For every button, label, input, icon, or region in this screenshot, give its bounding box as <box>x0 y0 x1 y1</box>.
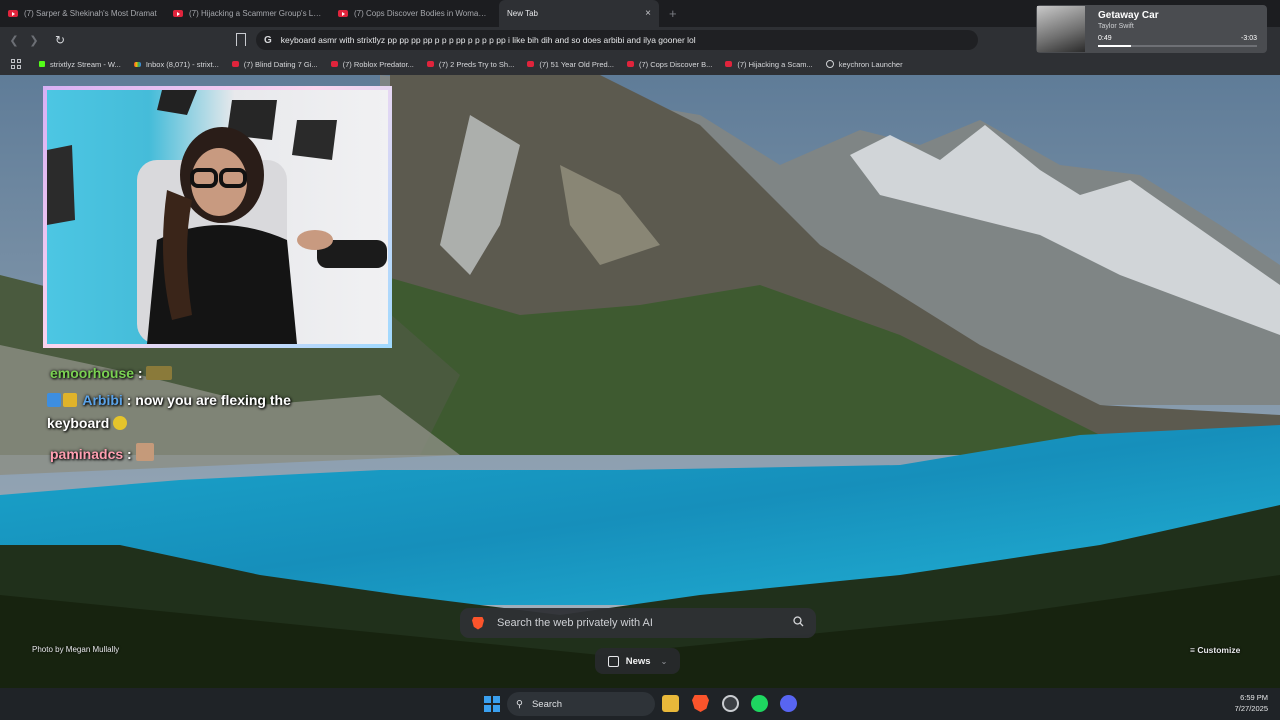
bookmark-icon[interactable] <box>236 33 246 47</box>
file-explorer-icon[interactable] <box>662 695 679 712</box>
reload-icon[interactable]: ↻ <box>50 33 70 47</box>
tab-item[interactable]: (7) Hijacking a Scammer Group's Live <box>165 0 330 27</box>
chat-separator: : <box>134 365 143 381</box>
clock-date: 7/27/2025 <box>1234 704 1268 713</box>
streamer-figure <box>47 90 387 344</box>
chevron-down-icon: ⌄ <box>660 656 668 666</box>
track-artist: Taylor Swift <box>1098 23 1134 30</box>
google-icon: G <box>264 34 272 46</box>
discord-icon[interactable] <box>780 695 797 712</box>
clock-time: 6:59 PM <box>1240 693 1268 702</box>
customize-button[interactable]: ≡ Customize <box>1190 645 1240 655</box>
apps-grid-icon[interactable] <box>11 59 21 69</box>
search-icon: ⚲ <box>516 698 523 710</box>
emoji-icon <box>113 416 128 430</box>
youtube-icon <box>626 61 634 67</box>
back-arrow-icon[interactable]: ❮ <box>4 34 24 47</box>
tab-title: (7) Sarper & Shekinah's Most Dramat <box>24 9 157 18</box>
system-clock[interactable]: 6:59 PM 7/27/2025 <box>1235 692 1268 714</box>
crown-badge-icon <box>63 393 77 407</box>
news-label: News <box>625 655 651 667</box>
emote-icon <box>146 366 173 380</box>
emote-icon <box>135 443 154 461</box>
brave-browser-icon[interactable] <box>692 695 709 712</box>
close-tab-icon[interactable]: × <box>645 8 651 19</box>
bookmark-item[interactable]: (7) 2 Preds Try to Sh... <box>426 60 514 69</box>
youtube-icon <box>338 10 348 17</box>
search-placeholder[interactable]: Search the web privately with AI <box>497 617 653 629</box>
track-title: Getaway Car <box>1098 10 1159 21</box>
now-playing-widget[interactable]: Getaway Car Taylor Swift 0:49 -3:03 <box>1036 5 1267 53</box>
tab-title: (7) Cops Discover Bodies in Woman's <box>354 9 487 18</box>
bookmark-item[interactable]: (7) Hijacking a Scam... <box>725 60 813 69</box>
spotify-icon[interactable] <box>751 695 768 712</box>
youtube-icon <box>725 61 733 67</box>
chat-username: paminadcs <box>50 446 124 462</box>
chat-message-continued: keyboard <box>47 415 129 431</box>
playback-progress-bar[interactable] <box>1098 45 1257 47</box>
bookmark-item[interactable]: (7) Roblox Predator... <box>330 60 414 69</box>
playback-progress-fill <box>1098 45 1132 47</box>
chat-message: emoorhouse : <box>50 365 174 381</box>
youtube-icon <box>330 61 338 67</box>
kick-icon <box>39 61 45 67</box>
address-bar[interactable]: G keyboard asmr with strixtlyz pp pp pp … <box>256 30 978 50</box>
youtube-icon <box>231 61 239 67</box>
bookmark-item[interactable]: (7) 51 Year Old Pred... <box>527 60 614 69</box>
chat-message: Arbibi : now you are flexing the <box>47 392 291 408</box>
bookmarks-bar: strixtlyz Stream - W... Inbox (8,071) - … <box>0 53 1280 75</box>
bookmark-item[interactable]: keychron Launcher <box>825 60 903 69</box>
news-button[interactable]: News ⌄ <box>595 648 680 674</box>
chat-username: emoorhouse <box>50 365 135 381</box>
elapsed-time: 0:49 <box>1098 35 1112 42</box>
webcam-feed <box>47 90 388 344</box>
chat-username: Arbibi <box>82 392 123 408</box>
chat-text: now you are flexing the <box>131 392 291 408</box>
keychron-icon <box>825 60 834 68</box>
chat-message: paminadcs : <box>50 443 156 462</box>
bookmark-item[interactable]: strixtlyz Stream - W... <box>39 60 121 69</box>
youtube-icon <box>173 10 183 17</box>
obs-icon[interactable] <box>722 695 739 712</box>
news-icon <box>607 655 619 667</box>
new-tab-button[interactable]: + <box>669 6 677 21</box>
taskbar-search-label: Search <box>531 698 563 710</box>
chat-text: keyboard <box>47 415 110 431</box>
bookmark-item[interactable]: (7) Blind Dating 7 Gi... <box>231 60 318 69</box>
search-icon[interactable] <box>793 616 804 627</box>
address-bar-text[interactable]: keyboard asmr with strixtlyz pp pp pp pp… <box>281 35 696 45</box>
tab-item[interactable]: (7) Sarper & Shekinah's Most Dramat <box>0 0 165 27</box>
windows-start-icon[interactable] <box>484 696 500 712</box>
tab-title: New Tab <box>507 9 538 18</box>
youtube-icon <box>426 61 434 67</box>
brave-lion-icon <box>472 616 484 630</box>
verified-badge-icon <box>47 393 61 407</box>
webcam-overlay <box>43 86 392 348</box>
forward-arrow-icon[interactable]: ❯ <box>24 34 44 47</box>
windows-taskbar: ⚲ Search 6:59 PM 7/27/2025 <box>0 688 1280 720</box>
taskbar-search[interactable]: ⚲ Search <box>507 692 655 716</box>
tab-item[interactable]: (7) Cops Discover Bodies in Woman's <box>330 0 495 27</box>
bookmark-item[interactable]: Inbox (8,071) - strixt... <box>133 60 219 69</box>
youtube-icon <box>8 10 18 17</box>
tab-title: (7) Hijacking a Scammer Group's Live <box>189 9 322 18</box>
search-box[interactable]: Search the web privately with AI <box>460 608 816 638</box>
youtube-icon <box>527 61 535 67</box>
tab-new-tab-active[interactable]: New Tab × <box>499 0 659 27</box>
chat-separator: : <box>123 446 132 462</box>
album-art <box>1037 6 1085 52</box>
bookmark-item[interactable]: (7) Cops Discover B... <box>626 60 712 69</box>
remaining-time: -3:03 <box>1241 35 1257 42</box>
photo-credit[interactable]: Photo by Megan Mullally <box>32 645 119 654</box>
gmail-icon <box>133 61 141 67</box>
